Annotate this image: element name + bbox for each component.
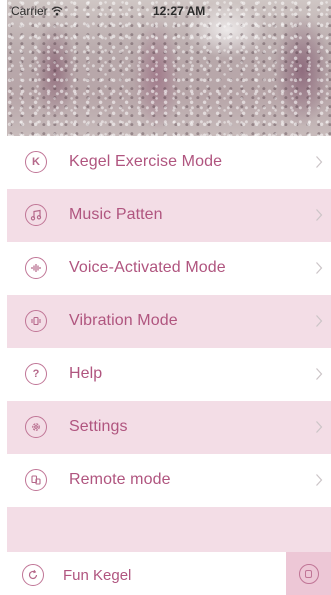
status-bar: Carrier 12:27 AM (7, 0, 331, 20)
carrier-indicator: Carrier (11, 4, 63, 18)
menu-spacer (7, 507, 331, 552)
chevron-right-icon (316, 315, 323, 327)
menu-item-remote[interactable]: Remote mode (7, 454, 331, 507)
menu-item-vibration[interactable]: Vibration Mode (7, 295, 331, 348)
menu-item-label: Settings (69, 418, 128, 435)
vibration-icon (25, 310, 47, 332)
menu-item-label: Remote mode (69, 471, 171, 488)
menu-toggle-button[interactable] (286, 552, 331, 595)
device-icon (298, 563, 319, 584)
refresh-icon (22, 564, 44, 586)
chevron-right-icon (316, 368, 323, 380)
k-letter-icon: K (25, 151, 47, 173)
chevron-right-icon (316, 474, 323, 486)
sound-wave-icon (25, 257, 47, 279)
fun-kegel-label[interactable]: Fun Kegel (63, 567, 131, 584)
main-menu: K Kegel Exercise Mode Music Patten Voice… (7, 136, 331, 507)
menu-item-label: Help (69, 365, 103, 382)
question-icon: ? (25, 363, 47, 385)
question-glyph: ? (32, 367, 40, 380)
k-letter-glyph: K (32, 155, 40, 168)
wifi-icon (51, 6, 63, 16)
menu-item-help[interactable]: ? Help (7, 348, 331, 401)
menu-item-label: Vibration Mode (69, 312, 178, 329)
clock: 12:27 AM (153, 4, 206, 18)
header-photo (7, 0, 331, 136)
music-note-icon (25, 204, 47, 226)
gear-icon (25, 416, 47, 438)
footer-bar: Fun Kegel (7, 552, 331, 595)
menu-item-label: Kegel Exercise Mode (69, 153, 223, 170)
app-screen: Carrier 12:27 AM K Kegel Exercise Mode M… (7, 0, 331, 595)
menu-item-kegel-exercise[interactable]: K Kegel Exercise Mode (7, 136, 331, 189)
carrier-label: Carrier (11, 4, 48, 18)
menu-item-label: Voice-Activated Mode (69, 259, 226, 276)
menu-item-voice-activated[interactable]: Voice-Activated Mode (7, 242, 331, 295)
chevron-right-icon (316, 209, 323, 221)
chevron-right-icon (316, 262, 323, 274)
menu-item-music-pattern[interactable]: Music Patten (7, 189, 331, 242)
menu-item-settings[interactable]: Settings (7, 401, 331, 454)
menu-item-label: Music Patten (69, 206, 163, 223)
chevron-right-icon (316, 156, 323, 168)
chevron-right-icon (316, 421, 323, 433)
remote-icon (25, 469, 47, 491)
